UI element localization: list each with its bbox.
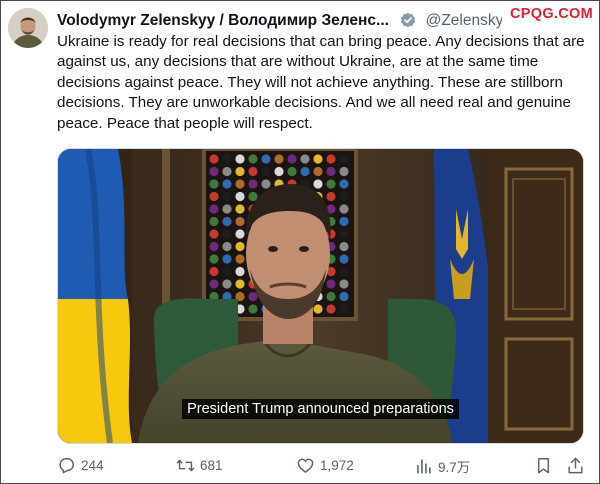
tweet-header: Volodymyr Zelenskyy / Володимир Зеленс..… [57, 10, 502, 32]
military-patch [339, 191, 349, 202]
military-patch [209, 179, 219, 189]
military-patch [261, 154, 271, 164]
view-count: 9.7万 [438, 460, 471, 475]
military-patch [339, 216, 349, 227]
military-patch [248, 304, 258, 314]
video-caption-text: President Trump announced preparations [182, 399, 459, 419]
military-patch [209, 254, 219, 264]
military-patch [274, 166, 284, 177]
military-patch [261, 179, 271, 189]
military-patch [248, 166, 258, 177]
display-name[interactable]: Volodymyr Zelenskyy / Володимир Зеленс..… [57, 12, 389, 29]
military-patch [222, 154, 232, 164]
military-patch [339, 241, 349, 252]
video-caption: President Trump announced preparations [58, 399, 583, 419]
military-patch [222, 204, 232, 214]
military-patch [326, 179, 336, 189]
watermark: CPQG.COM [510, 6, 593, 22]
military-patch [300, 154, 310, 164]
military-patch [339, 254, 349, 264]
military-patch [222, 179, 232, 189]
user-handle[interactable]: @Zelensky... [426, 12, 502, 29]
military-patch [222, 191, 232, 202]
military-patch [300, 166, 310, 177]
military-patch [235, 179, 245, 189]
military-patch [339, 291, 349, 302]
military-patch [235, 266, 245, 277]
military-patch [209, 216, 219, 227]
military-patch [339, 304, 349, 314]
military-patch [313, 304, 323, 314]
tweet-actions: 244 681 1,972 9.7万 [57, 456, 585, 478]
military-patch [326, 191, 336, 202]
military-patch [209, 154, 219, 164]
military-patch [326, 304, 336, 314]
military-patch [339, 204, 349, 214]
military-patch [209, 279, 219, 289]
repost-button[interactable]: 681 [176, 456, 223, 475]
views-button[interactable]: 9.7万 [414, 456, 470, 476]
military-patch [287, 154, 297, 164]
video-player[interactable]: President Trump announced preparations [57, 148, 584, 444]
military-patch [248, 291, 258, 302]
military-patch [339, 266, 349, 277]
military-patch [235, 166, 245, 177]
military-patch [326, 291, 336, 302]
reply-button[interactable]: 244 [57, 456, 104, 475]
military-patch [339, 279, 349, 289]
military-patch [235, 279, 245, 289]
views-icon [414, 457, 433, 476]
military-patch [274, 154, 284, 164]
military-patch [209, 204, 219, 214]
military-patch [235, 229, 245, 239]
repost-icon [176, 456, 195, 475]
like-button[interactable]: 1,972 [296, 456, 354, 475]
reply-icon [57, 456, 76, 475]
tweet-text: Ukraine is ready for real decisions that… [57, 33, 585, 132]
military-patch [222, 166, 232, 177]
military-patch [222, 266, 232, 277]
verified-badge-icon [399, 11, 417, 32]
military-patch [235, 241, 245, 252]
military-patch [222, 254, 232, 264]
military-patch [235, 254, 245, 264]
military-patch [261, 166, 271, 177]
avatar[interactable] [8, 8, 48, 48]
bookmark-icon [534, 456, 553, 475]
military-patch [339, 154, 349, 164]
military-patch [235, 204, 245, 214]
like-count: 1,972 [320, 458, 354, 473]
military-patch [313, 179, 323, 189]
military-patch [235, 216, 245, 227]
military-patch [209, 266, 219, 277]
military-patch [209, 241, 219, 252]
repost-count: 681 [200, 458, 223, 473]
share-button[interactable] [566, 456, 590, 475]
military-patch [326, 166, 336, 177]
military-patch [209, 229, 219, 239]
military-patch [222, 229, 232, 239]
military-patch [339, 166, 349, 177]
military-patch [209, 191, 219, 202]
military-patch [326, 279, 336, 289]
military-patch [222, 241, 232, 252]
military-patch [326, 154, 336, 164]
military-patch [287, 166, 297, 177]
military-patch [235, 154, 245, 164]
reply-count: 244 [81, 458, 104, 473]
military-patch [235, 191, 245, 202]
military-patch [339, 179, 349, 189]
military-patch [339, 229, 349, 239]
military-patch [248, 179, 258, 189]
military-patch [313, 166, 323, 177]
military-patch [248, 154, 258, 164]
military-patch [222, 279, 232, 289]
military-patch [222, 216, 232, 227]
military-patch [313, 154, 323, 164]
bookmark-button[interactable] [534, 456, 558, 475]
share-icon [566, 456, 585, 475]
like-icon [296, 456, 315, 475]
military-patch [209, 166, 219, 177]
